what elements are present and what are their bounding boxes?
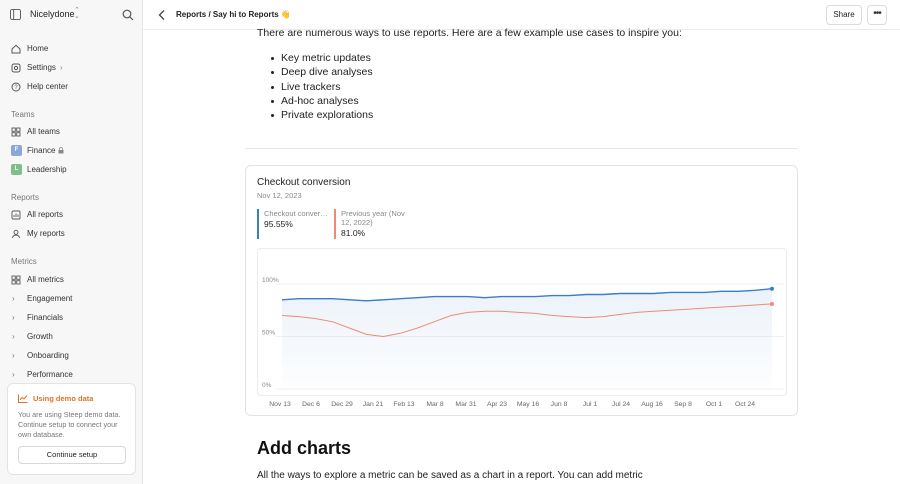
sidebar-item-financials[interactable]: › Financials	[0, 309, 143, 327]
list-item: Live trackers	[271, 80, 373, 94]
gear-icon	[11, 63, 21, 73]
x-tick-label: Nov 13	[269, 401, 291, 408]
x-tick-label: Jun 8	[551, 401, 568, 408]
x-tick-label: Jan 21	[363, 401, 384, 408]
top-bar: Reports / Say hi to Reports 👋 Share •••	[143, 0, 900, 30]
series-endpoint	[770, 301, 774, 306]
list-item: Ad-hoc analyses	[271, 94, 373, 108]
x-tick-label: Apr 23	[487, 401, 507, 408]
sidebar-item-growth[interactable]: › Growth	[0, 328, 143, 346]
sidebar-item-engagement[interactable]: › Engagement	[0, 290, 143, 308]
area-fill	[282, 288, 772, 389]
chevron-updown-icon: ⌃ ⌄	[74, 7, 80, 20]
sidebar-item-home[interactable]: Home	[0, 40, 143, 58]
demo-data-notice: Using demo data You are using Steep demo…	[7, 383, 136, 475]
paragraph-text: All the ways to explore a metric can be …	[257, 470, 643, 481]
list-item: Deep dive analyses	[271, 65, 373, 79]
breadcrumb[interactable]: Reports / Say hi to Reports 👋	[176, 10, 291, 19]
x-tick-label: May 16	[517, 401, 540, 408]
teams-section-heading: Teams	[11, 110, 35, 119]
grid-icon	[11, 275, 21, 285]
series-endpoint	[770, 286, 774, 291]
x-tick-label: Dec 29	[331, 401, 353, 408]
metrics-section-heading: Metrics	[11, 257, 37, 266]
workspace-switcher[interactable]: Nicelydone ⌃ ⌄	[0, 0, 143, 30]
demo-title: Using demo data	[33, 394, 94, 403]
sidebar-item-label: Engagement	[27, 294, 73, 303]
x-tick-label: Oct 1	[706, 401, 722, 408]
x-tick-label: Oct 24	[735, 401, 755, 408]
sidebar-item-all-metrics[interactable]: All metrics	[0, 271, 143, 289]
x-tick-label: Sep 8	[674, 401, 692, 408]
y-tick-label: 50%	[262, 330, 275, 337]
y-tick-label: 100%	[262, 277, 279, 284]
search-icon[interactable]	[122, 9, 134, 21]
chevron-right-icon: ›	[60, 63, 63, 72]
sidebar-item-label: All reports	[27, 210, 64, 219]
x-tick-label: Jul 24	[612, 401, 630, 408]
sidebar-item-label: My reports	[27, 229, 65, 238]
chevron-right-icon: ›	[12, 370, 15, 379]
workspace-name[interactable]: Nicelydone	[30, 9, 75, 19]
team-badge: L	[11, 164, 22, 175]
divider	[245, 148, 798, 149]
use-case-list: Key metric updates Deep dive analyses Li…	[271, 51, 373, 122]
chevron-right-icon: ›	[12, 294, 15, 303]
sidebar-item-label: All teams	[27, 127, 60, 136]
section-heading: Add charts	[257, 438, 352, 458]
x-tick-label: Feb 13	[393, 401, 414, 408]
share-button[interactable]: Share	[826, 5, 862, 25]
x-tick-label: Mar 31	[455, 401, 476, 408]
user-icon	[12, 229, 20, 239]
x-tick-label: Jul 1	[583, 401, 598, 408]
sidebar-item-all-teams[interactable]: All teams	[0, 123, 143, 141]
sidebar-item-leadership[interactable]: L Leadership	[0, 161, 143, 179]
sidebar: Nicelydone ⌃ ⌄ Home Settings › ? Help cen…	[0, 0, 143, 484]
sidebar-item-onboarding[interactable]: › Onboarding	[0, 347, 143, 365]
chart-card[interactable]: Checkout conversion Nov 12, 2023 Checkou…	[245, 165, 798, 416]
reports-section-heading: Reports	[11, 193, 40, 202]
sidebar-item-my-reports[interactable]: My reports	[0, 225, 143, 243]
team-badge: F	[11, 145, 22, 156]
demo-description: You are using Steep demo data. Continue …	[18, 410, 121, 439]
sidebar-item-label: Onboarding	[27, 351, 69, 360]
sidebar-item-label: Home	[27, 44, 49, 53]
list-item: Private explorations	[271, 108, 373, 122]
y-tick-label: 0%	[262, 382, 272, 389]
ellipsis-icon: •••	[873, 8, 881, 19]
chevron-right-icon: ›	[12, 332, 15, 341]
x-tick-label: Mar 8	[426, 401, 444, 408]
sidebar-item-all-reports[interactable]: All reports	[0, 206, 143, 224]
continue-setup-button[interactable]: Continue setup	[18, 446, 126, 464]
x-tick-label: Aug 16	[641, 401, 663, 408]
more-options-button[interactable]: •••	[867, 5, 887, 25]
sidebar-item-label: Settings	[27, 63, 56, 72]
report-icon	[11, 210, 21, 220]
chevron-right-icon: ›	[12, 313, 15, 322]
list-item: Key metric updates	[271, 51, 373, 65]
sidebar-item-performance[interactable]: › Performance	[0, 366, 143, 384]
sidebar-item-finance[interactable]: F Finance	[0, 142, 143, 160]
sidebar-toggle-icon[interactable]	[10, 9, 21, 20]
grid-icon	[11, 127, 21, 137]
sidebar-item-help-center[interactable]: ? Help center	[0, 78, 143, 96]
intro-text: There are numerous ways to use reports. …	[257, 27, 682, 39]
sidebar-item-label: Leadership	[27, 165, 67, 174]
sidebar-item-label: Performance	[27, 370, 73, 379]
home-icon	[11, 44, 21, 54]
sidebar-item-settings[interactable]: Settings ›	[0, 59, 143, 77]
sidebar-item-label: Financials	[27, 313, 64, 322]
line-chart[interactable]: 0% 50% 100% Nov 13 Dec 6 Dec 29 Jan 21 Feb 13 Ma…	[246, 166, 799, 417]
sidebar-item-label: Help center	[27, 82, 68, 91]
chart-line-icon	[18, 394, 28, 403]
lock-icon	[58, 147, 64, 154]
back-arrow-icon[interactable]	[157, 9, 167, 21]
sidebar-item-label: All metrics	[27, 275, 64, 284]
x-tick-label: Dec 6	[302, 401, 320, 408]
help-icon: ?	[11, 82, 21, 92]
sidebar-item-label: Finance	[27, 146, 56, 155]
chevron-right-icon: ›	[12, 351, 15, 360]
sidebar-item-label: Growth	[27, 332, 53, 341]
